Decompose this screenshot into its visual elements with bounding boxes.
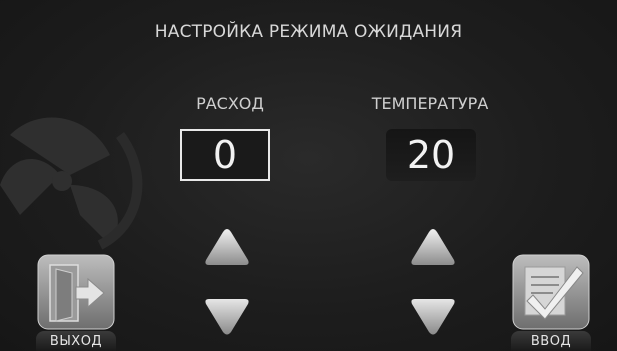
- triangle-down-icon: [205, 299, 249, 335]
- flow-decrease-button[interactable]: [204, 296, 250, 338]
- fan-logo-icon: [0, 117, 143, 250]
- checkmark-document-icon: [512, 254, 590, 330]
- standby-settings-screen: НАСТРОЙКА РЕЖИМА ОЖИДАНИЯ РАСХОД 0 ТЕМПЕ…: [0, 0, 617, 351]
- exit-button[interactable]: ВЫХОД: [36, 253, 116, 351]
- enter-button[interactable]: ВВОД: [511, 253, 591, 351]
- enter-button-label: ВВОД: [511, 331, 591, 351]
- flow-value-field[interactable]: 0: [180, 129, 270, 181]
- triangle-up-icon: [205, 229, 249, 265]
- flow-label: РАСХОД: [196, 94, 264, 113]
- temperature-value-field[interactable]: 20: [386, 129, 476, 181]
- temperature-increase-button[interactable]: [410, 226, 456, 268]
- triangle-down-icon: [411, 299, 455, 335]
- triangle-up-icon: [411, 229, 455, 265]
- door-exit-icon: [37, 254, 115, 330]
- page-title: НАСТРОЙКА РЕЖИМА ОЖИДАНИЯ: [154, 22, 463, 42]
- flow-increase-button[interactable]: [204, 226, 250, 268]
- exit-button-label: ВЫХОД: [36, 331, 116, 351]
- temperature-decrease-button[interactable]: [410, 296, 456, 338]
- temperature-label: ТЕМПЕРАТУРА: [371, 94, 489, 113]
